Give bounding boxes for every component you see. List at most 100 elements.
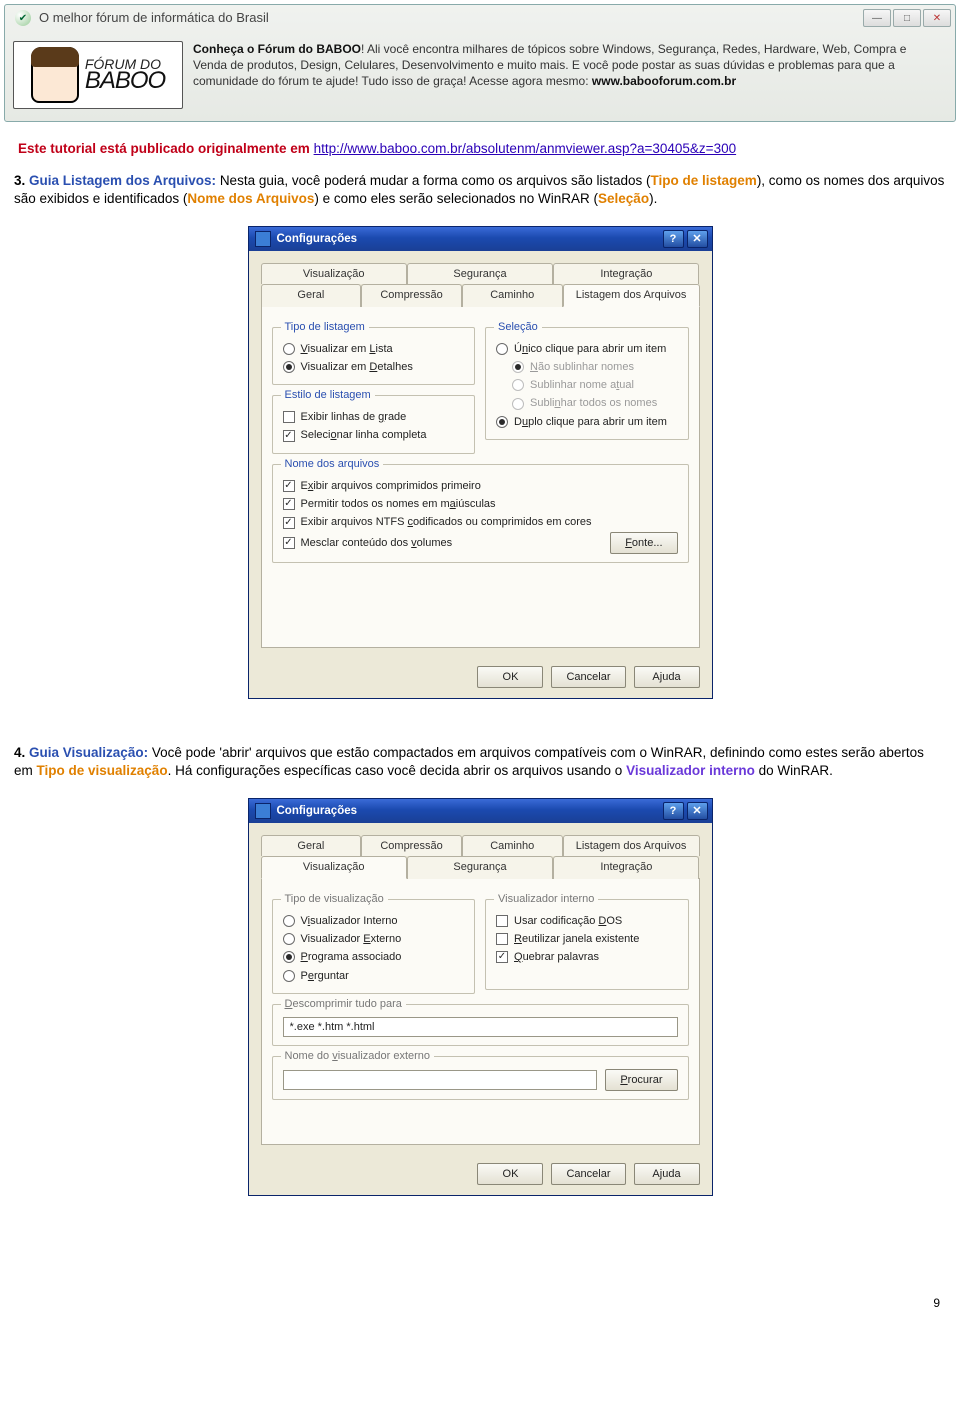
help-button[interactable]: ? [663, 802, 684, 820]
group-tipo-listagem: Tipo de listagem Visualizar em Lista Vis… [272, 327, 476, 386]
radio-visualizar-lista[interactable]: Visualizar em Lista [283, 340, 465, 358]
radio-programa-associado[interactable]: Programa associado [283, 948, 465, 966]
maximize-button[interactable]: □ [893, 9, 921, 27]
dialog1-title: Configurações [277, 232, 660, 247]
checkbox-icon [283, 498, 295, 510]
group-nome-arquivos: Nome dos arquivos Exibir arquivos compri… [272, 464, 689, 563]
tab-integracao[interactable]: Integração [553, 263, 699, 284]
tab-seguranca[interactable]: Segurança [407, 263, 553, 284]
check-quebrar-palavras[interactable]: Quebrar palavras [496, 948, 678, 966]
radio-perguntar[interactable]: Perguntar [283, 967, 465, 985]
ok-button[interactable]: OK [477, 666, 543, 688]
radio-visualizador-externo[interactable]: Visualizador Externo [283, 930, 465, 948]
close-icon[interactable]: ✕ [687, 230, 708, 248]
tab-caminho[interactable]: Caminho [462, 835, 563, 856]
tab-compressao[interactable]: Compressão [361, 835, 462, 856]
checkbox-icon [496, 915, 508, 927]
browser-title: O melhor fórum de informática do Brasil [39, 10, 863, 27]
radio-visualizar-detalhes[interactable]: Visualizar em Detalhes [283, 358, 465, 376]
browser-window: ✔ O melhor fórum de informática do Brasi… [4, 4, 956, 122]
browser-body: FÓRUM DO BABOO Conheça o Fórum do BABOO!… [5, 31, 955, 121]
descomprimir-input[interactable] [283, 1017, 678, 1037]
radio-unico-clique[interactable]: Único clique para abrir um item [496, 340, 678, 358]
dialog1-titlebar: Configurações ? ✕ [249, 227, 712, 251]
group-selecao: Seleção Único clique para abrir um item … [485, 327, 689, 440]
radio-icon [496, 416, 508, 428]
visualizador-externo-input[interactable] [283, 1070, 598, 1090]
tutorial-source-line: Este tutorial está publicado originalmen… [18, 140, 942, 158]
radio-icon [283, 970, 295, 982]
check-mesclar-volumes[interactable]: Mesclar conteúdo dos volumes [283, 534, 601, 552]
dialog2-buttons: OK Cancelar Ajuda [261, 1163, 700, 1185]
group-visualizador-externo: Nome do visualizador externo Procurar [272, 1056, 689, 1100]
help-button[interactable]: Ajuda [634, 666, 700, 688]
radio-icon [283, 933, 295, 945]
checkbox-icon [283, 517, 295, 529]
checkbox-icon [283, 430, 295, 442]
paragraph-4: 4. Guia Visualização: Você pode 'abrir' … [14, 744, 946, 780]
check-reutilizar-janela[interactable]: Reutilizar janela existente [496, 930, 678, 948]
dialog1-buttons: OK Cancelar Ajuda [261, 666, 700, 688]
source-link[interactable]: http://www.baboo.com.br/absolutenm/anmvi… [314, 141, 737, 156]
dialog2-tabs: Geral Compressão Caminho Listagem dos Ar… [261, 835, 700, 879]
checkbox-icon [283, 411, 295, 423]
dialog1-body: Visualização Segurança Integração Geral … [249, 251, 712, 698]
tab-visualizacao[interactable]: Visualização [261, 856, 407, 878]
tab-listagem-arquivos[interactable]: Listagem dos Arquivos [563, 835, 700, 856]
dialog1-tabpage: Tipo de listagem Visualizar em Lista Vis… [261, 306, 700, 648]
minimize-button[interactable]: — [863, 9, 891, 27]
tab-listagem-arquivos[interactable]: Listagem dos Arquivos [563, 284, 700, 306]
dialog2-body: Geral Compressão Caminho Listagem dos Ar… [249, 823, 712, 1195]
check-linhas-grade[interactable]: Exibir linhas de grade [283, 408, 465, 426]
dialog-listagem-arquivos: Configurações ? ✕ Visualização Segurança… [248, 226, 713, 699]
logo-text: FÓRUM DO BABOO [85, 59, 165, 91]
dialog2-titlebar: Configurações ? ✕ [249, 799, 712, 823]
dialog-visualizacao: Configurações ? ✕ Geral Compressão Camin… [248, 798, 713, 1196]
radio-icon [283, 343, 295, 355]
check-maiusculas[interactable]: Permitir todos os nomes em maiúsculas [283, 495, 678, 513]
fonte-button[interactable]: Fonte... [610, 532, 677, 554]
tab-integracao[interactable]: Integração [553, 856, 699, 878]
close-icon[interactable]: ✕ [687, 802, 708, 820]
tab-geral[interactable]: Geral [261, 835, 362, 856]
radio-icon [283, 951, 295, 963]
window-icon [255, 231, 271, 247]
check-ntfs-cores[interactable]: Exibir arquivos NTFS codificados ou comp… [283, 513, 678, 531]
radio-icon [512, 361, 524, 373]
help-button[interactable]: ? [663, 230, 684, 248]
paragraph-3: 3. Guia Listagem dos Arquivos: Nesta gui… [14, 172, 946, 208]
page-number: 9 [0, 1296, 940, 1312]
tab-seguranca[interactable]: Segurança [407, 856, 553, 878]
check-codificacao-dos[interactable]: Usar codificação DOS [496, 912, 678, 930]
radio-sublinhar-todos: Sublinhar todos os nomes [496, 394, 678, 412]
group-descomprimir-tudo: Descomprimir tudo para [272, 1004, 689, 1046]
promo-text: Conheça o Fórum do BABOO! Ali você encon… [193, 41, 941, 90]
checkbox-icon [283, 537, 295, 549]
group-visualizador-interno: Visualizador interno Usar codificação DO… [485, 899, 689, 990]
radio-sublinhar-atual: Sublinhar nome atual [496, 376, 678, 394]
dialog2-tabpage: Tipo de visualização Visualizador Intern… [261, 878, 700, 1145]
ok-button[interactable]: OK [477, 1163, 543, 1185]
checkbox-icon [283, 480, 295, 492]
procurar-button[interactable]: Procurar [605, 1069, 677, 1091]
tab-caminho[interactable]: Caminho [462, 284, 563, 306]
tab-geral[interactable]: Geral [261, 284, 362, 306]
check-selecionar-linha[interactable]: Selecionar linha completa [283, 426, 465, 444]
checkbox-icon [496, 933, 508, 945]
cancel-button[interactable]: Cancelar [551, 1163, 625, 1185]
help-button[interactable]: Ajuda [634, 1163, 700, 1185]
cancel-button[interactable]: Cancelar [551, 666, 625, 688]
group-tipo-visualizacao: Tipo de visualização Visualizador Intern… [272, 899, 476, 994]
close-button[interactable]: ✕ [923, 9, 951, 27]
check-arquivos-primeiro[interactable]: Exibir arquivos comprimidos primeiro [283, 477, 678, 495]
dialog2-title: Configurações [277, 804, 660, 819]
checkbox-icon [496, 951, 508, 963]
radio-visualizador-interno[interactable]: Visualizador Interno [283, 912, 465, 930]
radio-duplo-clique[interactable]: Duplo clique para abrir um item [496, 413, 678, 431]
tab-compressao[interactable]: Compressão [361, 284, 462, 306]
tab-visualizacao[interactable]: Visualização [261, 263, 407, 284]
radio-icon [512, 398, 524, 410]
radio-nao-sublinhar: Não sublinhar nomes [496, 358, 678, 376]
radio-icon [512, 379, 524, 391]
logo-face-icon [31, 47, 79, 103]
